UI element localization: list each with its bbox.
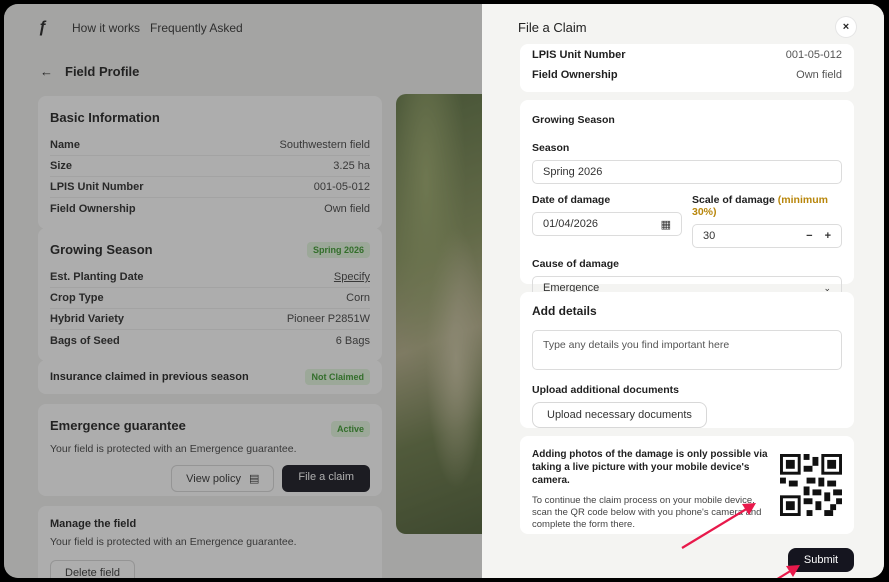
close-icon[interactable]: × xyxy=(836,17,856,37)
scale-label: Scale of damage (minimum 30%) xyxy=(692,194,842,218)
row-value: 001-05-012 xyxy=(785,49,842,61)
date-value: 01/04/2026 xyxy=(543,218,599,230)
plus-icon[interactable]: + xyxy=(825,230,831,242)
details-title: Add details xyxy=(532,304,597,318)
season-label: Season xyxy=(532,142,570,154)
details-card: Add details Type any details you find im… xyxy=(520,292,854,428)
row-key: LPIS Unit Number xyxy=(532,49,626,61)
details-textarea[interactable]: Type any details you find important here xyxy=(532,330,842,370)
cause-label: Cause of damage xyxy=(532,258,619,270)
row-key: Field Ownership xyxy=(532,69,618,81)
upload-label: Upload additional documents xyxy=(532,384,680,396)
field-summary-card: LPIS Unit Number 001-05-012 Field Ownersh… xyxy=(520,44,854,92)
row-value: Own field xyxy=(796,69,842,81)
photo-text: To continue the claim process on your mo… xyxy=(532,495,762,530)
qr-code-icon xyxy=(780,454,842,516)
drawer-title: File a Claim xyxy=(518,19,587,35)
form-section-title: Growing Season xyxy=(532,114,615,126)
photo-heading: Adding photos of the damage is only poss… xyxy=(532,449,768,486)
info-row: Field Ownership Own field xyxy=(520,64,854,86)
app-window: ƒ How it works Frequently Asked ← Field … xyxy=(4,4,884,578)
info-row: LPIS Unit Number 001-05-012 xyxy=(520,46,854,64)
date-label: Date of damage xyxy=(532,194,611,206)
minus-icon[interactable]: − xyxy=(806,230,812,242)
growing-season-form: Growing Season Season Spring 2026 Date o… xyxy=(520,100,854,300)
season-input[interactable]: Spring 2026 xyxy=(532,160,842,184)
date-input[interactable]: 01/04/2026 ▦ xyxy=(532,212,682,236)
upload-documents-button[interactable]: Upload necessary documents xyxy=(532,402,707,428)
calendar-icon[interactable]: ▦ xyxy=(661,218,671,231)
file-claim-drawer: File a Claim × LPIS Unit Number 001-05-01… xyxy=(482,4,884,578)
submit-button[interactable]: Submit xyxy=(788,548,854,572)
scale-stepper[interactable]: 30 − + xyxy=(692,224,842,248)
scale-label-text: Scale of damage xyxy=(692,194,775,206)
scale-value[interactable]: 30 xyxy=(703,230,715,242)
season-value: Spring 2026 xyxy=(543,166,603,178)
photo-info-card: Adding photos of the damage is only poss… xyxy=(520,436,854,534)
